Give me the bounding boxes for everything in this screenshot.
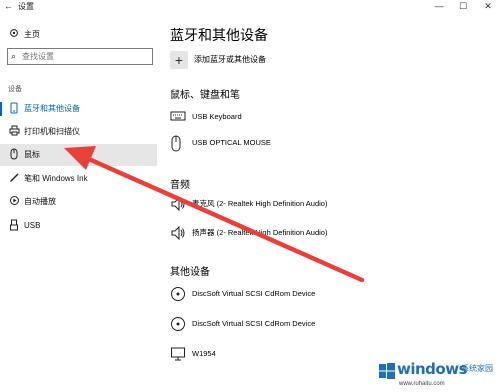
disc-icon [170,286,186,304]
maximize-button[interactable]: ☐ [451,0,475,13]
sidebar-item-label: 自动播放 [24,197,56,206]
back-arrow-icon[interactable]: ← [4,0,13,12]
mouse-icon [170,135,186,153]
sidebar-item-bluetooth[interactable]: 蓝牙和其他设备 [0,98,157,120]
disc-icon [170,316,186,334]
pen-icon [8,172,20,186]
search-input[interactable] [22,50,132,63]
add-device-button[interactable]: + [170,51,188,69]
sidebar-item-autoplay[interactable]: 自动播放 [0,191,157,213]
watermark-url: www.ruhaitu.com [399,381,445,387]
sidebar: 主页 ⌕ 设备 蓝牙和其他设备 打印机和扫描仪 鼠标 笔和 Windows In… [0,14,157,392]
sidebar-item-pen[interactable]: 笔和 Windows Ink [0,168,157,190]
watermark-brand: windows [397,360,468,378]
section-label-devices: 设备 [8,86,22,93]
window-title: 设置 [18,2,34,11]
sidebar-item-label: 蓝牙和其他设备 [24,104,80,113]
autoplay-icon [8,195,20,209]
close-button[interactable]: ✕ [476,0,500,13]
search-field[interactable]: ⌕ [7,48,153,65]
device-name: 麦克风 (2- Realtek High Definition Audio) [192,199,328,208]
add-device-label[interactable]: 添加蓝牙或其他设备 [194,55,266,65]
windows-logo-icon [379,363,395,379]
device-name: DiscSoft Virtual SCSI CdRom Device [192,319,316,328]
plus-icon: + [174,52,184,68]
sidebar-item-home[interactable]: 主页 [0,24,157,46]
watermark: windows 系统家园 www.ruhaitu.com [375,358,500,392]
search-icon: ⌕ [11,51,17,61]
sidebar-item-label: USB [24,221,41,230]
mouse-icon [8,148,20,162]
printer-icon [8,125,20,139]
device-name: USB Keyboard [192,112,242,121]
sidebar-home-label: 主页 [24,30,40,39]
title-bar: ← 设置 — ☐ ✕ [0,0,500,14]
sidebar-item-usb[interactable]: USB [0,215,157,237]
watermark-site: 系统家园 [461,364,493,373]
page-title: 蓝牙和其他设备 [170,27,268,43]
monitor-icon [170,346,186,364]
device-name: W1954 [192,349,216,358]
device-name: USB OPTICAL MOUSE [192,138,271,147]
device-name: 扬声器 (2- Realtek High Definition Audio) [192,228,328,237]
speaker-icon [170,196,186,214]
group-title-other-devices: 其他设备 [170,267,210,278]
usb-icon [8,219,20,233]
main-content: 蓝牙和其他设备 + 添加蓝牙或其他设备 鼠标、键盘和笔 USB Keyboard… [157,14,500,392]
speaker-icon [170,225,186,243]
group-title-input-devices: 鼠标、键盘和笔 [170,90,240,101]
keyboard-icon [170,109,186,127]
bluetooth-devices-icon [8,102,20,116]
sidebar-item-mouse[interactable]: 鼠标 [0,144,157,166]
sidebar-item-printers[interactable]: 打印机和扫描仪 [0,121,157,143]
home-icon [8,28,20,42]
minimize-button[interactable]: — [427,0,451,13]
group-title-audio: 音频 [170,180,190,191]
sidebar-item-label: 笔和 Windows Ink [24,174,88,183]
sidebar-item-label: 打印机和扫描仪 [24,127,80,136]
device-name: DiscSoft Virtual SCSI CdRom Device [192,289,316,298]
sidebar-item-label: 鼠标 [24,150,40,159]
